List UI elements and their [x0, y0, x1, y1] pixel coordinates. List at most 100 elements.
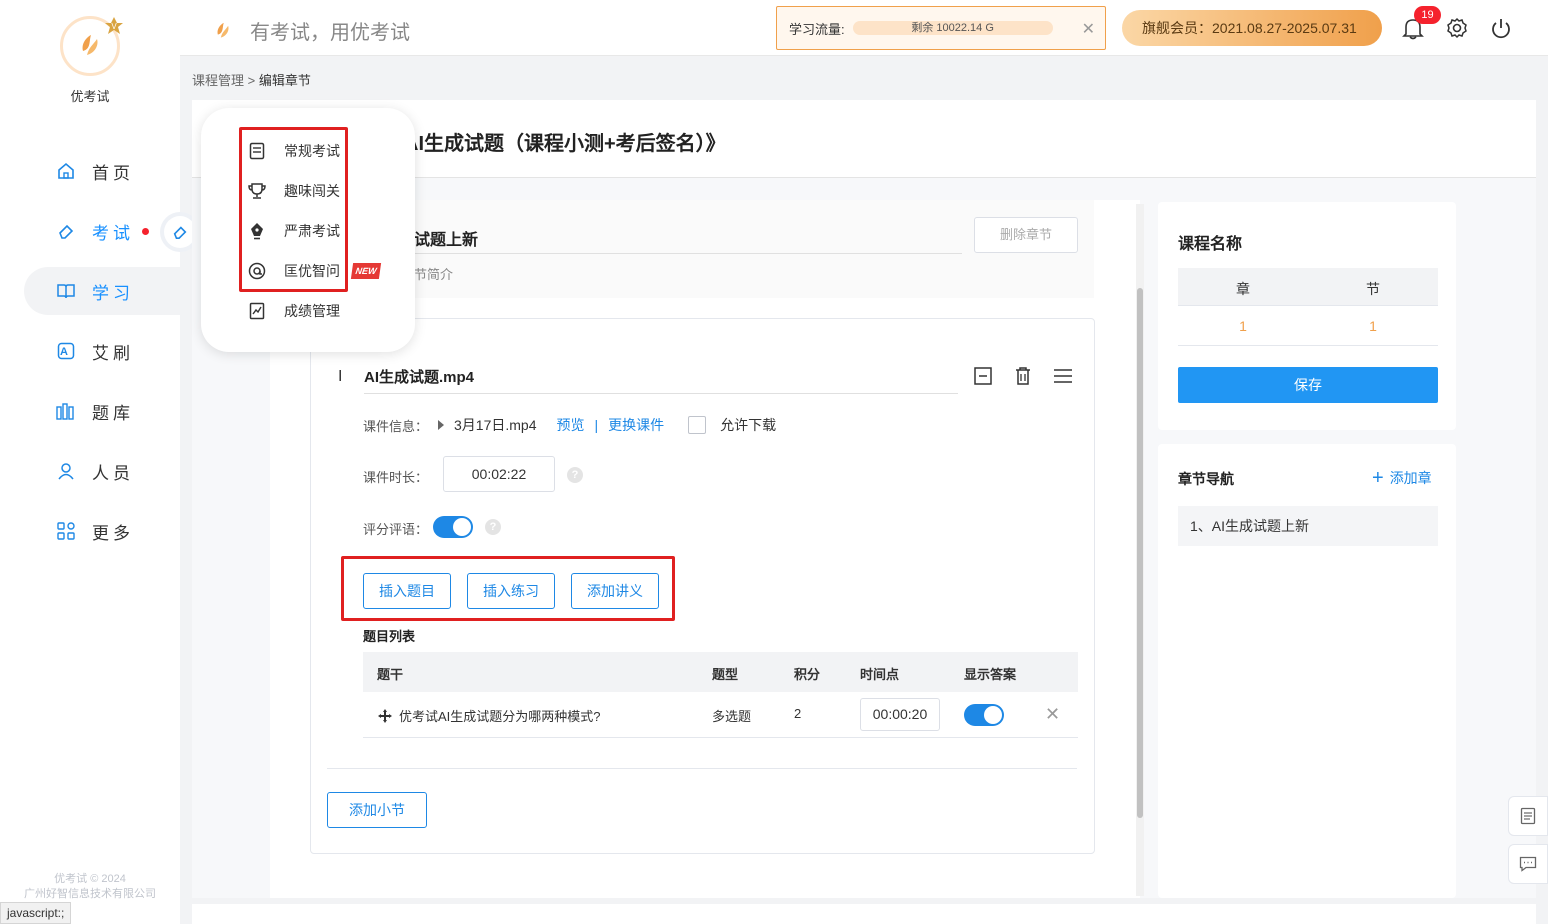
gear-icon[interactable] — [1446, 17, 1468, 39]
svg-text:A: A — [60, 346, 72, 358]
app-name: 优考试 — [70, 89, 110, 104]
summary-table-header — [1178, 268, 1438, 306]
copyright-company: 广州好智信息技术有限公司 — [24, 888, 156, 900]
collapse-icon[interactable] — [972, 366, 994, 386]
add-lesson-button[interactable]: 添加小节 — [327, 792, 427, 828]
menu-item-score-management[interactable]: 成绩管理 — [248, 301, 340, 321]
lesson-index-mark: I — [338, 368, 343, 385]
question-type: 多选题 — [712, 709, 752, 724]
chart-icon — [248, 302, 266, 320]
sidebar-item-more[interactable]: 更多 — [24, 507, 180, 555]
power-icon[interactable] — [1490, 17, 1512, 39]
sidebar-item-exam[interactable]: 考试 — [24, 207, 180, 255]
slogan-text: 有考试，用优考试 — [250, 22, 410, 44]
bottom-strip — [192, 904, 1536, 924]
breadcrumb-parent[interactable]: 课程管理 — [192, 73, 244, 88]
sidebar-item-label: 艾刷 — [92, 343, 134, 363]
duration-input[interactable]: 00:02:22 — [443, 456, 555, 492]
help-icon[interactable]: ? — [567, 467, 583, 483]
sidebar-item-label: 学习 — [92, 283, 134, 303]
remove-question-icon[interactable]: ✕ — [1045, 704, 1060, 725]
sidebar-item-label: 题库 — [92, 403, 134, 423]
divider — [327, 768, 1077, 769]
move-icon[interactable] — [377, 708, 393, 724]
question-time-input[interactable]: 00:00:20 — [860, 698, 940, 731]
sidebar-item-question-bank[interactable]: 题库 — [24, 387, 180, 435]
chapter-desc-input[interactable]: 节简介 — [414, 264, 453, 283]
book-icon — [56, 281, 76, 301]
breadcrumb-separator: > — [247, 73, 256, 88]
traffic-banner: 学习流量: 剩余 10022.14 G ✕ — [776, 6, 1106, 50]
breadcrumb-current: 编辑章节 — [258, 73, 311, 88]
traffic-bar: 剩余 10022.14 G — [852, 21, 1053, 35]
browser-status-text: javascript:; — [0, 902, 72, 924]
apps-icon — [56, 521, 76, 541]
save-button[interactable]: 保存 — [1178, 367, 1438, 403]
chat-icon — [1519, 856, 1537, 872]
copyright: 优考试 © 2024 广州好智信息技术有限公司 — [0, 872, 180, 902]
logo-leaf-icon — [217, 22, 229, 38]
add-chapter-button[interactable]: + 添加章 — [1372, 468, 1432, 488]
vip-membership[interactable]: 旗舰会员：2021.08.27-2025.07.31 — [1122, 10, 1382, 46]
trash-icon[interactable] — [1012, 366, 1034, 386]
notification-badge: 19 — [1414, 6, 1441, 24]
chapter-name-input[interactable]: 试题上新 — [414, 226, 962, 254]
courseware-info-label: 课件信息： — [363, 419, 429, 434]
question-stem: 优考试AI生成试题分为哪两种模式? — [399, 709, 601, 724]
scrollbar-thumb[interactable] — [1137, 288, 1143, 818]
breadcrumb: 课程管理 > 编辑章节 — [192, 70, 311, 89]
eraser-icon — [56, 221, 76, 241]
lesson-count-header: 节 — [1366, 281, 1380, 297]
insert-question-button[interactable]: 插入题目 — [363, 573, 451, 609]
copyright-line: 优考试 © 2024 — [54, 873, 126, 885]
courseware-info: 3月17日.mp4 预览 | 更换课件 允许下载 — [438, 415, 776, 435]
lesson-tools — [972, 366, 1074, 386]
chapter-nav-item[interactable]: 1、AI生成试题上新 — [1178, 506, 1438, 546]
preview-link[interactable]: 预览 — [556, 415, 584, 435]
help-icon[interactable]: ? — [485, 519, 501, 535]
sidebar-item-label: 首页 — [92, 163, 134, 183]
traffic-label: 学习流量: — [789, 21, 845, 37]
scrollbar[interactable] — [1136, 204, 1144, 896]
column-header: 积分 — [794, 667, 821, 682]
show-answer-toggle[interactable] — [964, 704, 1004, 726]
rating-label: 评分评语： — [363, 522, 429, 537]
slogan: 有考试，用优考试 — [212, 16, 410, 45]
divider — [1178, 345, 1438, 346]
insert-practice-button[interactable]: 插入练习 — [467, 573, 555, 609]
lesson-title-input[interactable]: AI生成试题.mp4 — [364, 366, 958, 394]
lesson-count: 1 — [1369, 318, 1377, 334]
column-header: 时间点 — [860, 667, 900, 682]
highlight-box — [239, 127, 348, 292]
sidebar-item-label: 更多 — [92, 523, 134, 543]
sidebar-item-study[interactable]: 学习 — [24, 267, 180, 315]
float-doc-button[interactable] — [1508, 796, 1548, 836]
duration-label: 课件时长： — [363, 470, 429, 485]
course-name-title: 课程名称 — [1178, 236, 1243, 253]
close-icon[interactable]: ✕ — [1082, 19, 1095, 39]
menu-item-label: 成绩管理 — [284, 303, 340, 319]
sidebar-item-people[interactable]: 人员 — [24, 447, 180, 495]
column-header: 显示答案 — [964, 667, 1017, 682]
allow-download-checkbox[interactable] — [688, 416, 707, 434]
document-icon — [1520, 807, 1536, 825]
ai-icon: A — [56, 341, 76, 361]
chapter-count-header: 章 — [1236, 281, 1250, 297]
drag-handle-icon[interactable] — [1052, 366, 1074, 386]
eraser-icon — [173, 226, 187, 240]
float-chat-button[interactable] — [1508, 844, 1548, 884]
file-name: 3月17日.mp4 — [454, 417, 537, 433]
page-title: AI生成试题（课程小测+考后签名）》 — [404, 133, 726, 155]
sidebar-item-label: 人员 — [92, 463, 134, 483]
column-header: 题干 — [377, 667, 404, 682]
add-handout-button[interactable]: 添加讲义 — [571, 573, 659, 609]
rating-toggle[interactable] — [433, 516, 473, 538]
delete-chapter-button[interactable]: 删除章节 — [974, 217, 1078, 253]
sidebar-item-home[interactable]: 首页 — [24, 147, 180, 195]
svg-text:V: V — [111, 22, 117, 31]
replace-courseware-link[interactable]: 更换课件 — [608, 415, 664, 435]
home-icon — [56, 161, 76, 181]
library-icon — [56, 401, 76, 421]
sidebar-item-aishua[interactable]: A 艾刷 — [24, 327, 180, 375]
user-icon — [56, 461, 76, 481]
